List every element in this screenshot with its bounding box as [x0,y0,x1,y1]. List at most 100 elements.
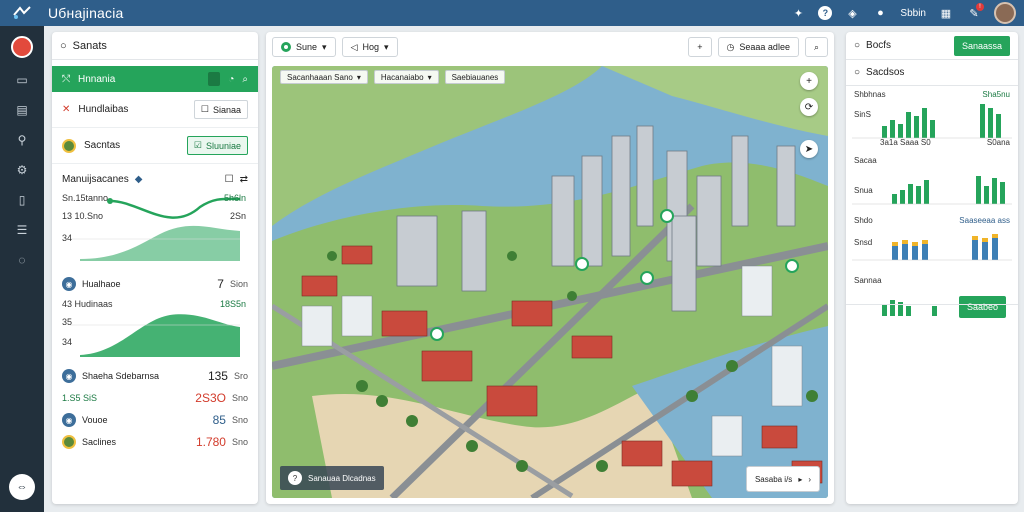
home-icon[interactable] [11,36,33,58]
list-item[interactable]: Sacntas ☑ Sluuniae [52,128,258,164]
left-panel-header: ○ Sanats [52,32,258,60]
left-panel: ○ Sanats ⤲ Hnnania ◔ ⌕ ✕ Hundlaibas ☐ Si… [52,32,258,504]
chevron-right-icon[interactable]: › [808,475,811,484]
add-button[interactable]: + [688,37,712,57]
zoom-in-button[interactable]: + [800,72,818,90]
book-icon[interactable]: ▤ [14,102,30,118]
collapse-icon[interactable]: ⇔ [9,474,35,500]
map-legend[interactable]: ? Sanauaa Dlcadnas [280,466,384,490]
chart-x-right: S0ana [986,138,1010,147]
stat-row: Saclines 1.780 Sno [52,431,258,453]
search-icon[interactable]: ○ [854,40,860,51]
filter-dropdown[interactable]: Sune ▾ [272,37,336,57]
left-rail: ▭ ▤ ⚲ ⚙ ▯ ☰ ◌ ⇔ [0,26,44,512]
globe-icon [62,435,76,449]
bar-chart-svg [852,176,1012,205]
right-panel-divider [846,304,1018,320]
status-dot-icon [281,42,291,52]
tag-icon: ◉ [62,413,76,427]
checkbox-icon: ☐ [200,104,209,114]
stat-label: Hualhaoe [82,279,121,289]
time-dropdown[interactable]: ◷ Seaaa adlee [717,37,799,57]
user-icon[interactable]: ● [872,5,888,21]
user-name[interactable]: Sbbin [900,8,926,19]
map-chip[interactable]: Sacanhaaan Sano ▾ [280,70,368,84]
left-panel-title: Sanats [72,39,107,52]
chat-icon[interactable]: ◌ [14,252,30,268]
pin-icon[interactable]: ⚲ [14,132,30,148]
line1-value: 5h6ln [223,193,246,203]
list-item-label: Hundlaibas [78,104,129,115]
stacked-bar-chart-svg [852,234,1012,261]
stat-label: Saclines [82,437,117,447]
layer-icon: ⤲ [62,73,70,85]
compass-icon[interactable]: ✦ [790,5,806,21]
stat-row: 1.S5 SiS 2S3O Sno [52,387,258,409]
axis-label: 34 [62,337,73,347]
line1-label: Sn.15tanno [62,193,109,203]
locate-button[interactable]: ➤ [800,140,818,158]
map-chip[interactable]: Saebiauanes [444,70,506,84]
info-icon: ◉ [62,369,76,383]
stat-label: Shaeha Sdebarnsa [82,371,160,381]
chevron-down-icon: ▾ [356,72,361,82]
trend-chart: Sn.15tanno 5h6ln 13 10.Sno 2Sn 34 [60,189,250,269]
help-icon[interactable]: ? [818,6,833,20]
chart-x-labels: 3a1a Saaa S0 [880,138,931,147]
checkbox-icon[interactable]: ☐ [225,174,234,185]
zoom-controls: + ⟳ ➤ [800,72,818,158]
app-logo-icon [13,6,31,19]
chart-icon[interactable]: ◔ [228,74,234,85]
list-item-chip[interactable]: ☑ Sluuniae [186,136,248,155]
calendar-icon[interactable]: ▭ [14,72,30,88]
map-toolbar: Sune ▾ ◁ Hog ▾ + ◷ Seaaa adlee ⌕ [266,32,834,62]
city-map[interactable]: Sacanhaaan Sano ▾ Hacanaiabo ▾ Saebiauanes… [272,66,828,498]
chevron-down-icon: ▾ [384,41,389,52]
active-layer-bar[interactable]: ⤲ Hnnania ◔ ⌕ [52,66,258,92]
map-filter-chips: Sacanhaaan Sano ▾ Hacanaiabo ▾ Saebiauanes [280,70,506,84]
shield-icon[interactable]: ◈ [844,5,860,21]
layers-icon[interactable]: ☰ [14,222,30,238]
right-panel-header: ○ Bocfs Sanaassa [846,32,1018,60]
list-item-chip[interactable]: ☐ Sianaa [193,100,248,119]
map-marker-icon: ◆ [134,174,143,185]
info-icon: ◉ [62,277,76,291]
primary-button[interactable]: Sanaassa [953,35,1010,56]
search-icon[interactable]: ○ [60,40,67,52]
filter-icon[interactable]: ⇄ [240,174,248,185]
zoom-icon[interactable]: ⌕ [242,74,248,85]
toggle-button[interactable] [208,72,221,86]
notification-badge: ! [976,3,984,11]
stat-unit: Sro [233,371,248,381]
stat-left-value: 1.S5 SiS [62,393,98,403]
list-item[interactable]: ✕ Hundlaibas ☐ Sianaa [52,92,258,128]
stat-unit: Sno [231,415,248,425]
grid-icon[interactable]: ▦ [938,5,954,21]
area-chart: 43 Hudinaas 18S5n 35 34 [60,295,250,365]
stat-label: Vouoe [82,415,108,425]
search-icon[interactable]: ○ [854,67,860,78]
tag-icon: ◁ [350,41,358,52]
document-icon[interactable]: ▯ [14,192,30,208]
row2-value: 18S5n [219,299,246,309]
globe-icon [62,138,76,153]
refresh-button[interactable]: ⟳ [800,98,818,116]
stat-row: ◉ Vouoe 85 Sno [52,409,258,431]
stat-value: 7 [217,277,224,291]
stat-value: 2S3O [195,391,226,405]
map-nav[interactable]: Sasaba i/s ▸ › [745,466,820,492]
brand-logo[interactable] [0,0,44,26]
search-button[interactable]: ⌕ [804,37,828,57]
notification-icon[interactable]: ✎! [966,3,984,21]
settings-icon[interactable]: ⚙ [14,162,30,178]
nav-label: Sasaba i/s [754,474,793,484]
stat-unit: Sion [229,279,248,289]
map-chip[interactable]: Hacanaiabo ▾ [373,70,439,84]
map-card: Sune ▾ ◁ Hog ▾ + ◷ Seaaa adlee ⌕ Sacanha… [266,32,834,504]
active-layer-label: Hnnania [78,73,116,85]
stat-unit: Sno [231,437,248,447]
play-icon[interactable]: ▸ [798,475,802,484]
stat-value: 85 [212,413,226,427]
category-dropdown[interactable]: ◁ Hog ▾ [341,37,398,57]
avatar[interactable] [994,2,1016,24]
